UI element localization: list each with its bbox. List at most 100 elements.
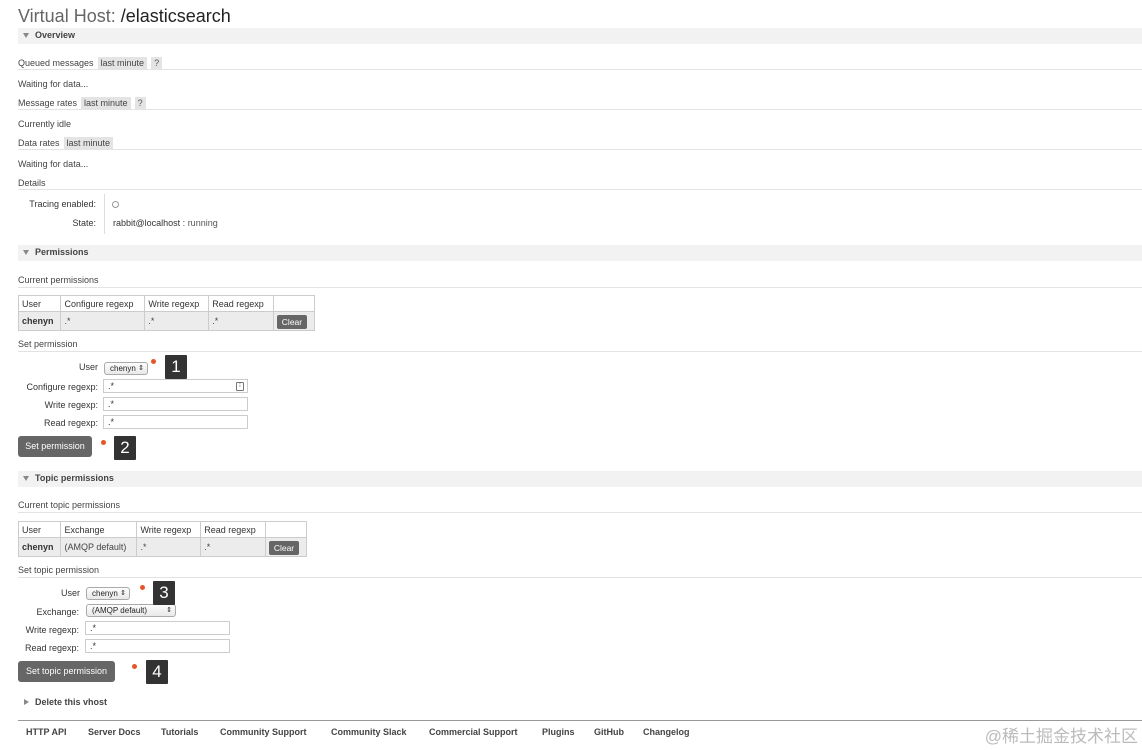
set-permission-button[interactable]: Set permission [18, 436, 92, 457]
clear-permission-button[interactable]: Clear [276, 315, 308, 329]
footer-link-community-slack[interactable]: Community Slack [331, 727, 407, 737]
topic-read-value: .* [90, 641, 97, 651]
perm-user-label: User [78, 362, 98, 372]
column-header-empty [272, 295, 316, 312]
section-delete-vhost-title: Delete this vhost [35, 697, 108, 707]
annotation-marker-2: 2 [114, 436, 136, 460]
column-header: Write regexp [136, 521, 202, 538]
column-header: Exchange [60, 521, 138, 538]
column-header: Read regexp [208, 295, 274, 312]
section-permissions-toggle[interactable]: Permissions [18, 245, 1142, 261]
message-rates-label: Message rates [18, 98, 78, 108]
set-topic-permission-button[interactable]: Set topic permission [18, 661, 115, 682]
data-rates-label: Data rates [18, 138, 60, 148]
column-header: Configure regexp [60, 295, 146, 312]
footer-link-changelog[interactable]: Changelog [643, 727, 690, 737]
watermark: @稀土掘金技术社区 [984, 727, 1138, 746]
current-permissions-label: Current permissions [18, 275, 99, 285]
collapse-triangle-icon [23, 250, 29, 255]
table-header-row: User Exchange Write regexp Read regexp [17, 521, 308, 538]
column-header: Write regexp [144, 295, 210, 312]
queued-range-pill[interactable]: last minute [97, 57, 148, 69]
footer-link-http-api[interactable]: HTTP API [26, 727, 67, 737]
details-label: Details [18, 178, 46, 188]
select-arrows-icon: ⇕ [166, 607, 172, 614]
perm-configure-input[interactable]: .* ⁞ [103, 379, 248, 393]
divider [18, 577, 1142, 578]
cell-action: Clear [272, 311, 316, 331]
column-header: User [17, 521, 62, 538]
topic-exchange-value: (AMQP default) [92, 606, 147, 615]
perm-read-label: Read regexp: [43, 418, 98, 428]
data-status: Waiting for data... [18, 159, 89, 169]
message-rates-header: Message rates last minute? [18, 97, 146, 109]
details-separator [104, 194, 105, 234]
topic-permissions-table: User Exchange Write regexp Read regexp c… [17, 521, 308, 557]
clear-topic-permission-button[interactable]: Clear [268, 541, 300, 555]
table-row: chenyn .* .* .* Clear [17, 311, 316, 331]
queued-help-button[interactable]: ? [151, 57, 163, 69]
footer-link-github[interactable]: GitHub [594, 727, 624, 737]
perm-read-value: .* [108, 417, 115, 427]
section-overview-toggle[interactable]: Overview [18, 28, 1142, 44]
queued-messages-header: Queued messages last minute? [18, 57, 163, 69]
topic-write-value: .* [90, 623, 97, 633]
state-node: rabbit@localhost [113, 218, 181, 228]
section-topic-permissions-title: Topic permissions [35, 473, 114, 483]
footer-link-tutorials[interactable]: Tutorials [161, 727, 198, 737]
section-permissions-title: Permissions [35, 247, 89, 257]
select-arrows-icon: ⇕ [120, 590, 126, 597]
state-separator: : [180, 218, 188, 228]
topic-exchange-label: Exchange: [36, 607, 79, 617]
divider [18, 149, 1142, 150]
queued-status: Waiting for data... [18, 79, 89, 89]
perm-user-select[interactable]: chenyn ⇕ [104, 362, 148, 375]
collapse-triangle-icon [23, 476, 29, 481]
perm-write-input[interactable]: .* [103, 397, 248, 411]
topic-write-input[interactable]: .* [85, 621, 230, 635]
expand-triangle-icon [24, 699, 29, 705]
divider [18, 109, 1142, 110]
perm-write-label: Write regexp: [44, 400, 98, 410]
column-header: Read regexp [200, 521, 266, 538]
footer-link-plugins[interactable]: Plugins [542, 727, 575, 737]
cell-write: .* [136, 537, 202, 557]
topic-read-input[interactable]: .* [85, 639, 230, 653]
rates-status: Currently idle [18, 119, 72, 129]
annotation-marker-4: 4 [146, 660, 168, 684]
topic-user-select[interactable]: chenyn ⇕ [86, 587, 130, 600]
divider [18, 189, 1142, 190]
rates-help-button[interactable]: ? [134, 97, 146, 109]
divider [18, 287, 1142, 288]
footer-link-community-support[interactable]: Community Support [220, 727, 307, 737]
data-rates-header: Data rates last minute [18, 137, 114, 149]
tracing-radio-icon [112, 201, 119, 208]
table-row: chenyn (AMQP default) .* .* Clear [17, 537, 308, 557]
topic-user-value: chenyn [92, 589, 118, 598]
topic-exchange-select[interactable]: (AMQP default) ⇕ [86, 604, 176, 617]
page-title-prefix: Virtual Host: [18, 6, 116, 26]
queued-messages-label: Queued messages [18, 58, 94, 68]
cell-read: .* [208, 311, 274, 331]
cell-user: chenyn [17, 311, 62, 331]
annotation-marker-1: 1 [165, 355, 187, 379]
perm-configure-label: Configure regexp: [26, 382, 98, 392]
data-range-pill[interactable]: last minute [63, 137, 114, 149]
vhost-name: /elasticsearch [120, 6, 231, 26]
cell-read: .* [200, 537, 266, 557]
annotation-marker-3: 3 [153, 581, 175, 605]
collapse-triangle-icon [23, 33, 29, 38]
section-delete-vhost-toggle[interactable]: Delete this vhost [18, 695, 1142, 711]
section-topic-permissions-toggle[interactable]: Topic permissions [18, 471, 1142, 487]
footer-link-server-docs[interactable]: Server Docs [88, 727, 141, 737]
password-key-icon: ⁞ [236, 382, 244, 391]
annotation-dot [151, 359, 156, 364]
divider [18, 69, 1142, 70]
topic-read-label: Read regexp: [24, 643, 79, 653]
set-topic-permission-label: Set topic permission [18, 565, 100, 575]
rates-range-pill[interactable]: last minute [81, 97, 131, 109]
divider [18, 512, 1142, 513]
perm-read-input[interactable]: .* [103, 415, 248, 429]
cell-user: chenyn [17, 537, 62, 557]
footer-link-commercial-support[interactable]: Commercial Support [429, 727, 518, 737]
